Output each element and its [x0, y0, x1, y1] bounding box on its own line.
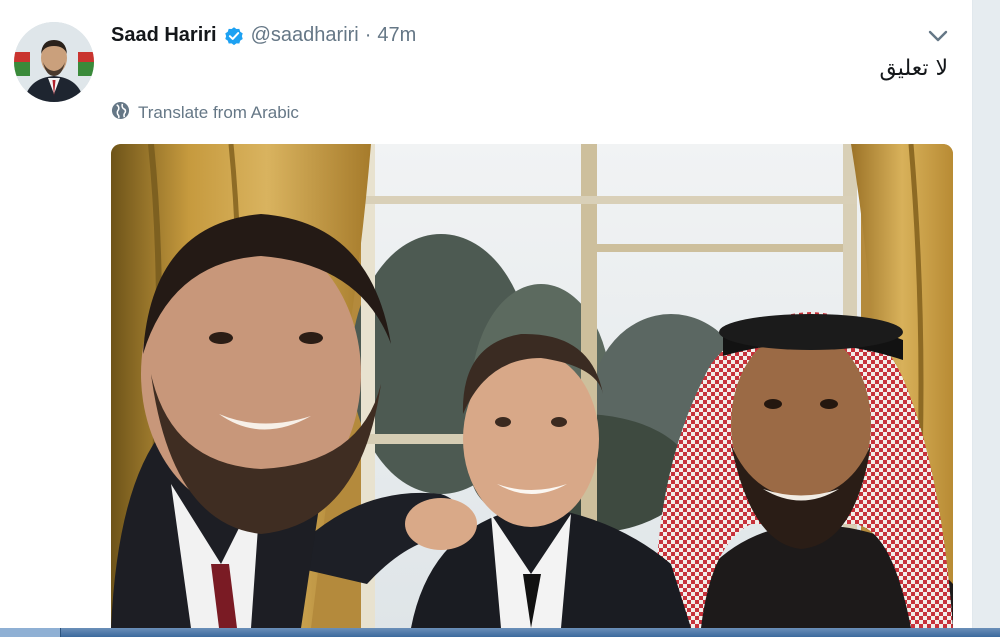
- tweet-text: لا تعليق: [879, 56, 948, 81]
- globe-icon: [111, 101, 130, 125]
- separator-dot: ·: [364, 24, 372, 46]
- taskbar-start-button[interactable]: [0, 628, 61, 637]
- tweet-photo[interactable]: [111, 144, 953, 628]
- translate-link[interactable]: Translate from Arabic: [111, 101, 299, 125]
- page-background-strip: [973, 0, 1000, 637]
- chevron-down-icon[interactable]: [926, 26, 950, 46]
- verified-badge-icon: [223, 25, 245, 47]
- author-name[interactable]: Saad Hariri: [111, 24, 217, 47]
- tweet-timestamp[interactable]: 47m: [377, 24, 416, 47]
- taskbar: [0, 628, 1000, 637]
- selfie-photo-illustration: [111, 144, 953, 628]
- avatar-portrait: [14, 22, 94, 102]
- translate-label: Translate from Arabic: [138, 103, 299, 122]
- avatar[interactable]: [14, 22, 94, 102]
- author-handle[interactable]: @saadhariri: [251, 24, 359, 47]
- tweet-card: Saad Hariri @saadhariri · 47m لا تعليق T…: [0, 0, 973, 628]
- tweet-header: Saad Hariri @saadhariri · 47m: [111, 24, 416, 47]
